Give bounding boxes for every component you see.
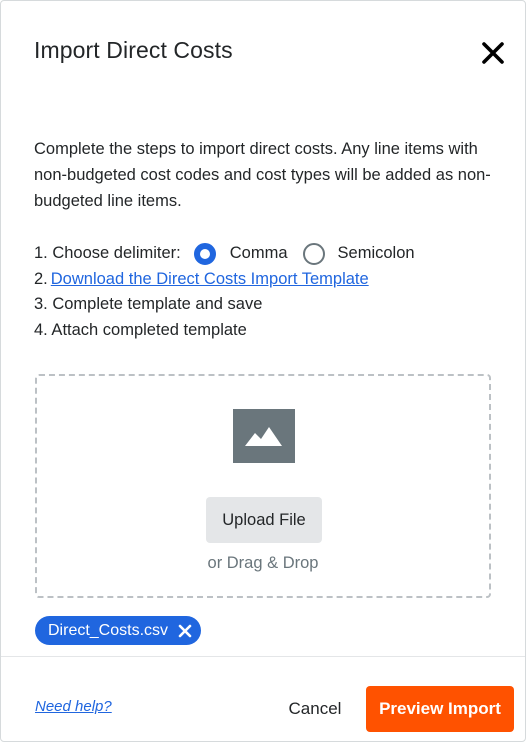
radio-selected-icon [193, 242, 216, 265]
remove-file-button[interactable] [175, 621, 195, 641]
cancel-button[interactable]: Cancel [275, 687, 355, 731]
close-button[interactable] [477, 37, 509, 69]
delimiter-radio-semicolon[interactable]: Semicolon [302, 241, 415, 267]
step-choose-delimiter: 1. Choose delimiter: Comma Semicolon [34, 241, 504, 267]
attached-file-chip: Direct_Costs.csv [35, 616, 202, 645]
step-download-template: 2. Download the Direct Costs Import Temp… [34, 267, 504, 293]
drag-drop-text: or Drag & Drop [207, 554, 319, 572]
step1-label: 1. Choose delimiter: [34, 244, 181, 262]
radio-unselected-icon [302, 242, 325, 265]
modal-title: Import Direct Costs [34, 37, 233, 63]
attached-file-name: Direct_Costs.csv [48, 621, 169, 639]
footer-divider [1, 656, 525, 657]
image-placeholder-icon [233, 409, 295, 463]
import-steps: 1. Choose delimiter: Comma Semicolon 2. … [34, 241, 504, 343]
preview-import-button[interactable]: Preview Import [366, 686, 514, 732]
delimiter-label-comma: Comma [229, 244, 288, 262]
import-direct-costs-modal: Import Direct Costs Complete the steps t… [0, 0, 526, 742]
delimiter-radio-comma[interactable]: Comma [193, 241, 288, 267]
close-icon [178, 624, 192, 637]
step2-prefix: 2. [34, 269, 48, 288]
step-attach-template: 4. Attach completed template [34, 320, 247, 339]
step-complete-template: 3. Complete template and save [34, 295, 263, 313]
modal-description: Complete the steps to import direct cost… [34, 140, 491, 210]
upload-file-button[interactable]: Upload File [206, 497, 322, 543]
delimiter-label-semicolon: Semicolon [337, 244, 415, 262]
download-template-link[interactable]: Download the Direct Costs Import Templat… [51, 267, 369, 293]
close-icon [482, 42, 504, 64]
file-dropzone[interactable]: Upload File or Drag & Drop [35, 374, 491, 598]
need-help-link[interactable]: Need help? [35, 698, 112, 715]
